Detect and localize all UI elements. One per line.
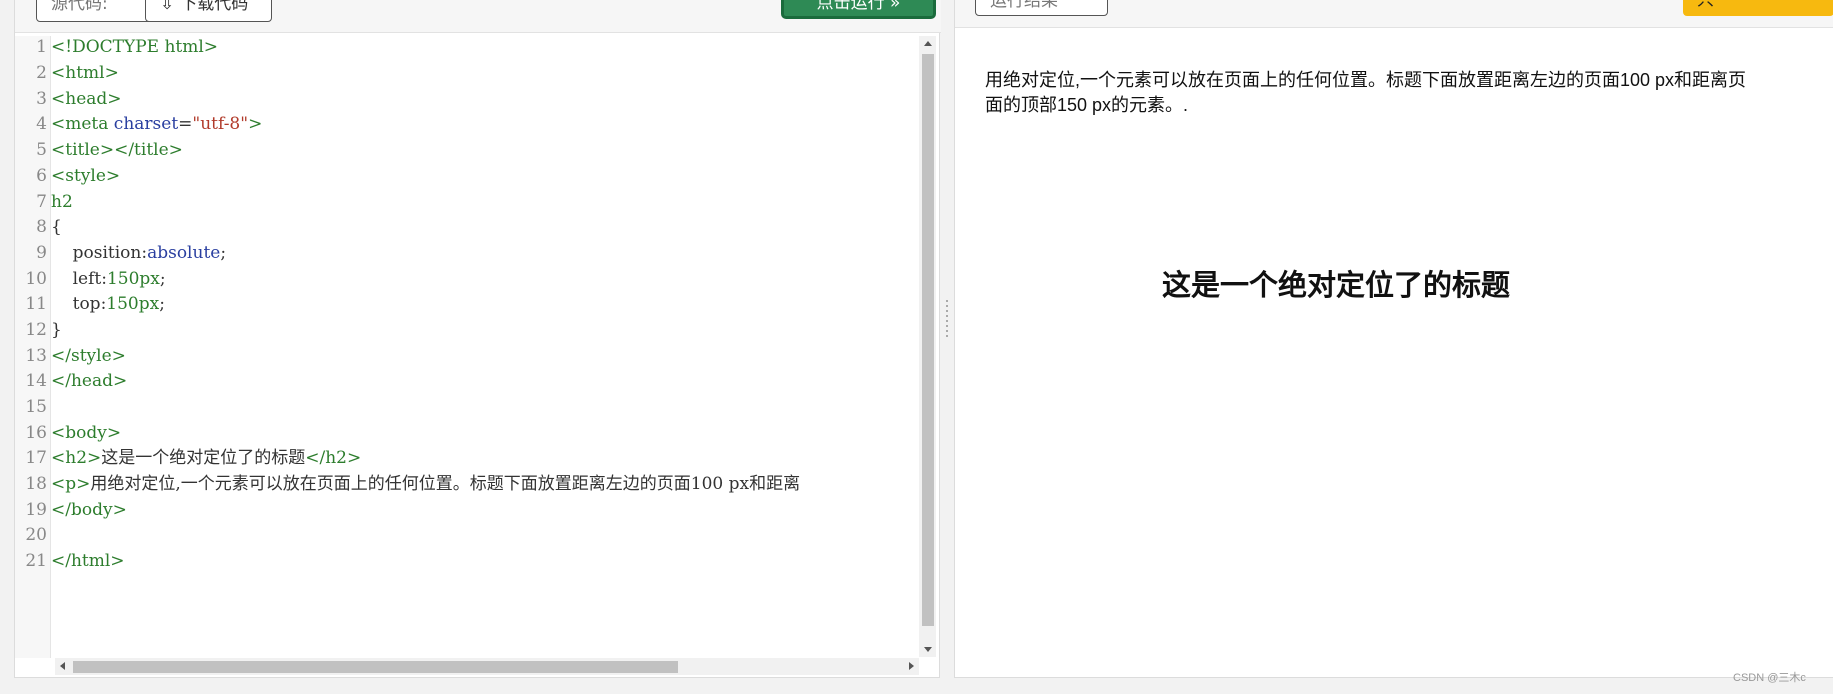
line-number-gutter: 1 2 3 4 5 6 7 8 9 10 11 12 13 14 15 16 1… <box>15 36 51 658</box>
scroll-right-icon[interactable] <box>909 662 914 670</box>
preview-toolbar: 运行结果 只 <box>955 0 1833 28</box>
download-icon: ⇩ <box>160 0 175 14</box>
line-number: 21 <box>25 551 47 571</box>
horizontal-scrollbar[interactable] <box>55 658 919 675</box>
scroll-down-icon[interactable] <box>924 647 932 652</box>
source-code-button[interactable]: 源代码: <box>36 0 154 22</box>
download-label: 下载代码 <box>180 0 249 14</box>
preview-panel: 运行结果 只 用绝对定位,一个元素可以放在页面上的任何位置。标题下面放置距离左边… <box>954 0 1833 678</box>
run-result-button[interactable]: 运行结果 <box>975 0 1108 16</box>
run-button[interactable]: 点击运行 » <box>781 0 936 19</box>
download-code-button[interactable]: ⇩ 下载代码 <box>145 0 272 22</box>
code-text-area[interactable]: <!DOCTYPE html> <html> <head> <meta char… <box>51 36 931 658</box>
preview-paragraph-line-1: 用绝对定位,一个元素可以放在页面上的任何位置。标题下面放置距离左边的页面100 … <box>985 70 1747 90</box>
code-line-18: <p>用绝对定位,一个元素可以放在页面上的任何位置。标题下面放置距离左边的页面1… <box>51 474 801 494</box>
action-button[interactable]: 只 <box>1683 0 1833 16</box>
code-editor-panel: 源代码: ⇩ 下载代码 点击运行 » 1 2 3 4 5 6 7 8 9 10 1… <box>14 0 941 678</box>
code-line-21: </html> <box>51 551 125 571</box>
vertical-scrollbar[interactable] <box>919 36 936 657</box>
editor-toolbar: 源代码: ⇩ 下载代码 点击运行 » <box>15 0 941 33</box>
code-line-11: top:150px; <box>51 294 165 314</box>
panel-resize-handle[interactable] <box>944 300 950 340</box>
code-line-19: </body> <box>51 500 127 520</box>
preview-heading: 这是一个绝对定位了的标题 <box>1162 270 1511 302</box>
horizontal-scroll-thumb[interactable] <box>73 661 678 673</box>
preview-paragraph: 用绝对定位,一个元素可以放在页面上的任何位置。标题下面放置距离左边的页面100 … <box>985 68 1833 118</box>
scroll-up-icon[interactable] <box>924 41 932 46</box>
preview-paragraph-line-2: 面的顶部150 px的元素。. <box>985 95 1189 115</box>
scroll-left-icon[interactable] <box>60 662 65 670</box>
vertical-scroll-thumb[interactable] <box>922 54 934 626</box>
watermark: CSDN @三木c <box>1733 672 1806 684</box>
code-line-14: </head> <box>51 371 128 391</box>
